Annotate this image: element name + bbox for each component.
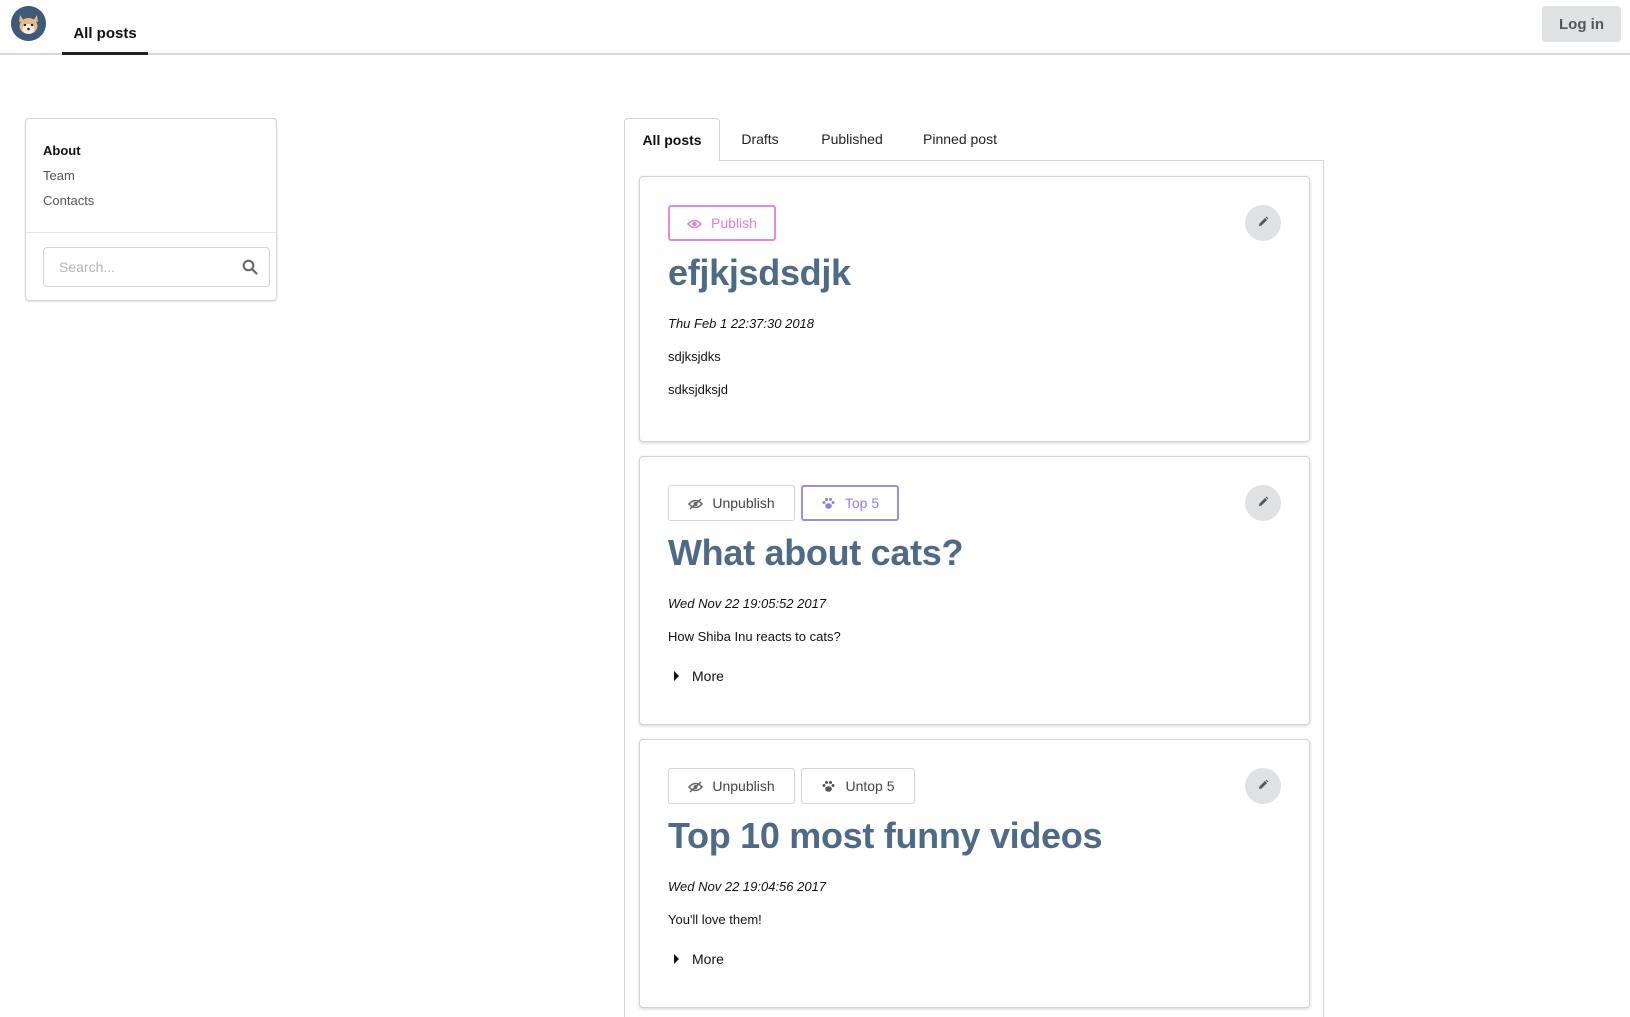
post-title[interactable]: Top 10 most funny videos [668,815,1102,857]
pencil-icon [1257,779,1269,794]
eye-slash-icon [688,780,704,793]
top5-label: Top 5 [844,495,880,511]
sidebar-divider [26,232,276,233]
nav-all-posts[interactable]: All posts [62,0,148,55]
post-body-line: You'll love them! [668,912,762,927]
post-card: Unpublish Untop 5 Top 10 most funny vide… [639,739,1310,1008]
eye-icon [686,217,703,229]
unpublish-label: Unpublish [712,495,775,511]
publish-label: Publish [711,215,757,231]
eye-slash-icon [688,497,704,510]
edit-post-button[interactable] [1245,205,1281,241]
edit-post-button[interactable] [1245,768,1281,804]
search-input[interactable] [44,248,234,286]
sidebar-item-team[interactable]: Team [43,168,75,183]
post-body-line: sdjksjdks [668,349,721,364]
more-toggle[interactable]: More [674,668,724,684]
tab-drafts[interactable]: Drafts [720,118,800,161]
sidebar-item-about[interactable]: About [43,143,81,158]
paw-icon [821,780,836,792]
pencil-icon [1257,216,1269,231]
tab-published[interactable]: Published [808,118,896,161]
post-title[interactable]: efjkjsdsdjk [668,252,851,294]
top-navbar: All posts Log in [0,0,1630,55]
post-date: Thu Feb 1 22:37:30 2018 [668,316,815,331]
caret-right-icon [674,954,679,964]
more-label: More [692,668,724,684]
post-title[interactable]: What about cats? [668,532,964,574]
post-card: Publish efjkjsdsdjk Thu Feb 1 22:37:30 2… [639,176,1310,442]
untop5-button[interactable]: Untop 5 [801,768,915,804]
sidebar-menu: About Team Contacts [25,118,277,301]
post-date: Wed Nov 22 19:05:52 2017 [668,596,827,611]
search-box [43,247,270,287]
untop5-label: Untop 5 [845,778,895,794]
login-button[interactable]: Log in [1542,6,1621,42]
sidebar-item-contacts[interactable]: Contacts [43,193,94,208]
shiba-logo-icon[interactable] [11,6,46,41]
caret-right-icon [674,671,679,681]
tab-pinned-post[interactable]: Pinned post [910,118,1010,161]
unpublish-button[interactable]: Unpublish [668,768,795,804]
post-card: Unpublish Top 5 What about cats? Wed Nov… [639,456,1310,725]
tab-all-posts[interactable]: All posts [624,118,720,161]
paw-icon [821,497,836,509]
post-body-line: sdksjdksjd [668,382,728,397]
post-date: Wed Nov 22 19:04:56 2017 [668,879,827,894]
unpublish-label: Unpublish [712,778,775,794]
more-label: More [692,951,724,967]
search-icon[interactable] [242,259,258,275]
top5-button[interactable]: Top 5 [801,485,899,521]
more-toggle[interactable]: More [674,951,724,967]
publish-button[interactable]: Publish [668,205,776,241]
unpublish-button[interactable]: Unpublish [668,485,795,521]
post-body-line: How Shiba Inu reacts to cats? [668,629,841,644]
edit-post-button[interactable] [1245,485,1281,521]
pencil-icon [1257,496,1269,511]
